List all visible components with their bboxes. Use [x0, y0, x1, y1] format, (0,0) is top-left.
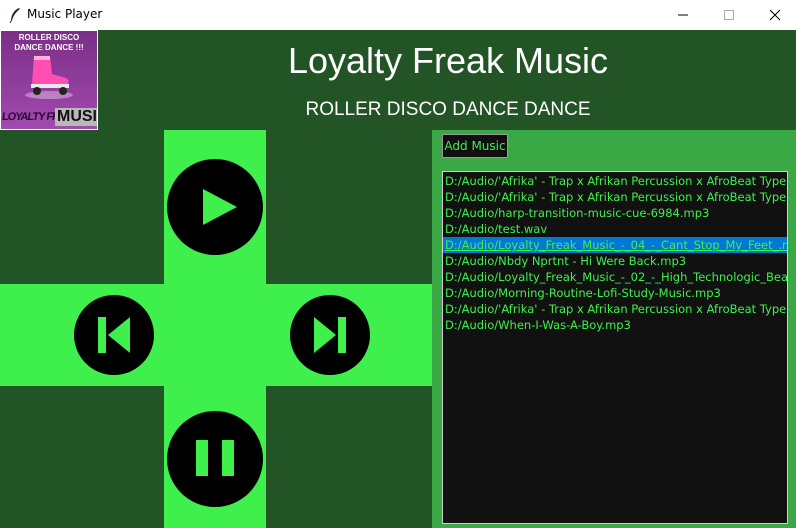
playlist-listbox[interactable]: D:/Audio/'Afrika' - Trap x Afrikan Percu…	[442, 171, 788, 524]
app-title: Loyalty Freak Music	[287, 40, 609, 81]
next-button[interactable]	[290, 295, 370, 375]
playlist-panel: Add Music D:/Audio/'Afrika' - Trap x Afr…	[432, 130, 796, 528]
playlist-item[interactable]: D:/Audio/'Afrika' - Trap x Afrikan Percu…	[443, 173, 787, 189]
feather-icon	[9, 8, 20, 23]
pause-button[interactable]	[167, 411, 263, 507]
minimize-button[interactable]	[660, 0, 706, 30]
play-icon	[203, 189, 237, 225]
add-music-button[interactable]: Add Music	[442, 134, 508, 158]
album-art-frame	[0, 30, 98, 130]
playlist-item[interactable]: D:/Audio/'Afrika' - Trap x Afrikan Percu…	[443, 301, 787, 317]
previous-button[interactable]	[74, 295, 154, 375]
playlist-item[interactable]: D:/Audio/Nbdy Nprtnt - Hi Were Back.mp3	[443, 253, 787, 269]
playlist-item[interactable]: D:/Audio/When-I-Was-A-Boy.mp3	[443, 317, 787, 333]
play-button[interactable]	[167, 159, 263, 255]
skip-next-icon	[314, 317, 346, 353]
playlist-item-selected[interactable]: D:/Audio/Loyalty_Freak_Music_-_04_-_Cant…	[443, 237, 787, 253]
playlist-item[interactable]: D:/Audio/Morning-Routine-Lofi-Study-Musi…	[443, 285, 787, 301]
playlist-item[interactable]: D:/Audio/Loyalty_Freak_Music_-_02_-_High…	[443, 269, 787, 285]
app-body: ROLLER DISCO DANCE DANCE !!! LOYALTY FRE…	[0, 30, 796, 528]
close-button[interactable]	[752, 0, 796, 30]
playlist-item[interactable]: D:/Audio/harp-transition-music-cue-6984.…	[443, 205, 787, 221]
window-title: Music Player	[27, 7, 103, 21]
album-art: ROLLER DISCO DANCE DANCE !!! LOYALTY FRE…	[0, 30, 98, 130]
title-bar: Music Player	[0, 0, 796, 30]
maximize-icon	[724, 10, 734, 20]
playlist-item[interactable]: D:/Audio/'Afrika' - Trap x Afrikan Percu…	[443, 189, 787, 205]
minimize-icon	[678, 14, 688, 16]
maximize-button[interactable]	[706, 0, 752, 30]
current-song-title: ROLLER DISCO DANCE DANCE	[305, 99, 591, 120]
skip-previous-icon	[98, 317, 130, 353]
pause-icon	[196, 440, 234, 476]
playlist-item[interactable]: D:/Audio/test.wav	[443, 221, 787, 237]
close-icon	[769, 9, 781, 21]
